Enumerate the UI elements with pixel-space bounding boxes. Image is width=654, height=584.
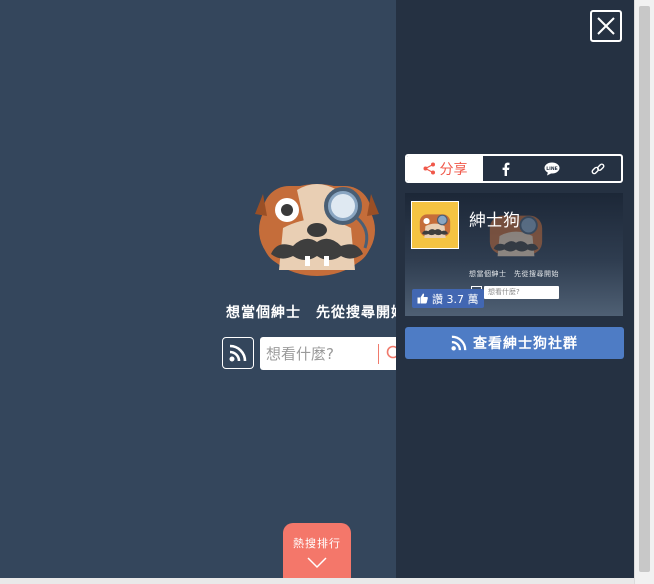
svg-text:LINE: LINE [546,166,557,172]
rss-icon [451,335,467,351]
vertical-scrollbar[interactable] [634,0,654,584]
link-icon [591,162,605,174]
preview-avatar [411,201,459,249]
preview-search-placeholder: 想看什麼? [488,288,520,296]
facebook-like-badge[interactable]: 讚 3.7 萬 [412,289,484,308]
share-facebook-button[interactable] [483,156,529,181]
window-bottom-edge [0,578,634,584]
search-divider [378,344,379,364]
share-button[interactable]: 分享 [407,156,483,181]
share-link-button[interactable] [575,156,621,181]
share-label: 分享 [439,161,468,178]
close-button[interactable] [590,10,622,42]
line-icon: LINE [544,162,560,175]
community-button[interactable]: 查看紳士狗社群 [405,327,624,359]
facebook-icon [502,162,510,176]
preview-tagline: 想當個紳士 先從搜尋開始 [469,270,559,278]
share-icon [423,162,435,175]
share-line-button[interactable]: LINE [529,156,575,181]
community-button-label: 查看紳士狗社群 [473,336,578,352]
rss-button[interactable] [222,337,254,369]
page-background: 想當個紳士 先從搜尋開始 熱搜排行 [0,0,634,578]
preview-title: 紳士狗 [469,211,520,231]
close-icon [597,17,615,35]
share-preview-card[interactable]: 紳士狗 想當個紳士 先從搜尋開始 想看什麼? 讚 3.7 萬 [405,193,623,316]
hot-ranking-label: 熱搜排行 [293,537,341,550]
preview-search-box: 想看什麼? [484,286,559,299]
hot-ranking-button[interactable]: 熱搜排行 [283,523,351,578]
share-bar: 分享 LINE [405,154,623,183]
chevron-down-icon [307,557,327,569]
rss-icon [229,344,247,362]
like-count: 讚 3.7 萬 [432,292,479,306]
share-panel: 分享 LINE 紳士狗 想當個紳士 先從搜尋開始 想看什麼? 讚 3.7 萬 查… [396,0,634,578]
scrollbar-thumb[interactable] [639,6,650,572]
thumbs-up-icon [417,293,428,304]
gentleman-dog-logo [253,170,381,282]
search-input[interactable] [266,337,376,370]
tagline: 想當個紳士 先從搜尋開始 [226,305,406,321]
